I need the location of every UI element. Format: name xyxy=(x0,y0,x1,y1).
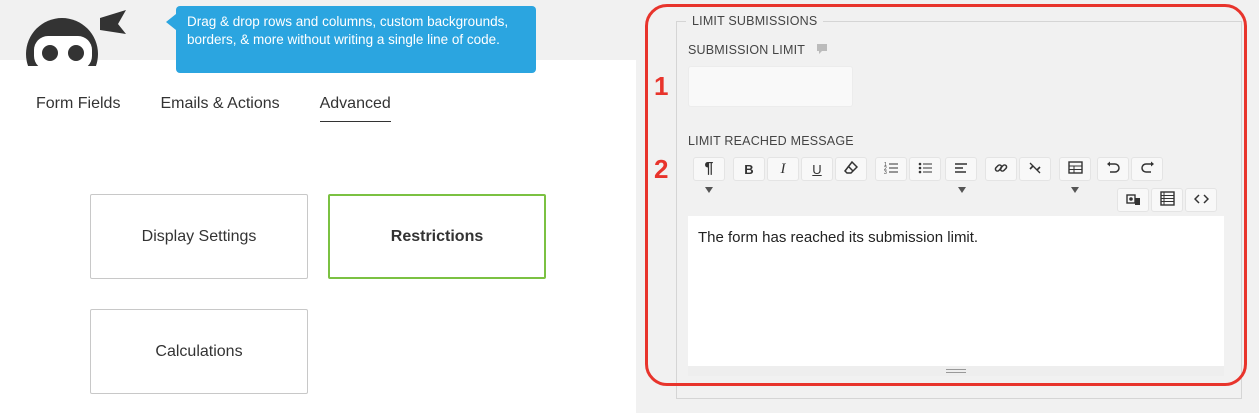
ninja-logo xyxy=(14,6,126,66)
redo-icon xyxy=(1140,161,1155,177)
display-settings-button[interactable]: Display Settings xyxy=(90,194,308,279)
media-icon xyxy=(1125,191,1141,209)
code-icon xyxy=(1193,192,1209,208)
help-icon[interactable] xyxy=(816,42,828,60)
bold-icon: B xyxy=(744,161,754,177)
merge-tags-icon xyxy=(1159,191,1175,209)
align-caret-icon[interactable] xyxy=(958,187,966,193)
tooltip-arrow xyxy=(166,14,176,30)
eraser-icon xyxy=(844,160,859,178)
code-view-button[interactable] xyxy=(1185,188,1217,212)
table-button[interactable] xyxy=(1059,157,1091,181)
tab-emails-actions[interactable]: Emails & Actions xyxy=(160,95,279,122)
annotation-number-2: 2 xyxy=(654,154,669,184)
merge-tags-button[interactable] xyxy=(1151,188,1183,212)
fieldset-legend: LIMIT SUBMISSIONS xyxy=(686,14,824,28)
unlink-icon xyxy=(1028,161,1042,178)
align-button[interactable] xyxy=(945,157,977,181)
redo-button[interactable] xyxy=(1131,157,1163,181)
paragraph-caret-icon[interactable] xyxy=(705,187,713,193)
italic-icon: I xyxy=(780,160,786,177)
bold-button[interactable]: B xyxy=(733,157,765,181)
display-settings-label: Display Settings xyxy=(141,227,257,245)
link-icon xyxy=(994,161,1008,178)
restrictions-label: Restrictions xyxy=(390,227,484,245)
submission-limit-label: SUBMISSION LIMIT xyxy=(688,43,806,57)
underline-icon: U xyxy=(812,161,822,177)
limit-message-editor[interactable]: The form has reached its submission limi… xyxy=(688,216,1224,366)
calculations-button[interactable]: Calculations xyxy=(90,309,308,394)
undo-icon xyxy=(1106,161,1121,177)
tab-advanced[interactable]: Advanced xyxy=(319,95,391,122)
builder-tabs: Form Fields Emails & Actions Advanced xyxy=(36,95,431,122)
tab-form-fields[interactable]: Form Fields xyxy=(36,95,120,122)
table-caret-icon[interactable] xyxy=(1071,187,1079,193)
annotation-number-1: 1 xyxy=(654,71,669,101)
italic-button[interactable]: I xyxy=(767,157,799,181)
ordered-list-icon: 123 xyxy=(884,161,898,178)
ordered-list-button[interactable]: 123 xyxy=(875,157,907,181)
align-left-icon xyxy=(954,161,968,178)
link-button[interactable] xyxy=(985,157,1017,181)
resize-handle-icon[interactable] xyxy=(946,369,966,373)
promo-tooltip: Drag & drop rows and columns, custom bac… xyxy=(176,6,536,73)
table-icon xyxy=(1067,161,1083,177)
media-button[interactable] xyxy=(1117,188,1149,212)
unlink-button[interactable] xyxy=(1019,157,1051,181)
paragraph-button[interactable]: ¶ xyxy=(693,157,725,181)
submission-limit-input[interactable] xyxy=(688,66,853,107)
unordered-list-icon xyxy=(918,161,932,178)
limit-message-label: LIMIT REACHED MESSAGE xyxy=(688,134,854,148)
underline-button[interactable]: U xyxy=(801,157,833,181)
editor-content[interactable]: The form has reached its submission limi… xyxy=(698,229,978,246)
unordered-list-button[interactable] xyxy=(909,157,941,181)
svg-text:3: 3 xyxy=(884,170,887,175)
restrictions-button[interactable]: Restrictions xyxy=(328,194,546,279)
paragraph-icon: ¶ xyxy=(704,160,714,177)
eraser-button[interactable] xyxy=(835,157,867,181)
calculations-label: Calculations xyxy=(155,342,243,360)
undo-button[interactable] xyxy=(1097,157,1129,181)
